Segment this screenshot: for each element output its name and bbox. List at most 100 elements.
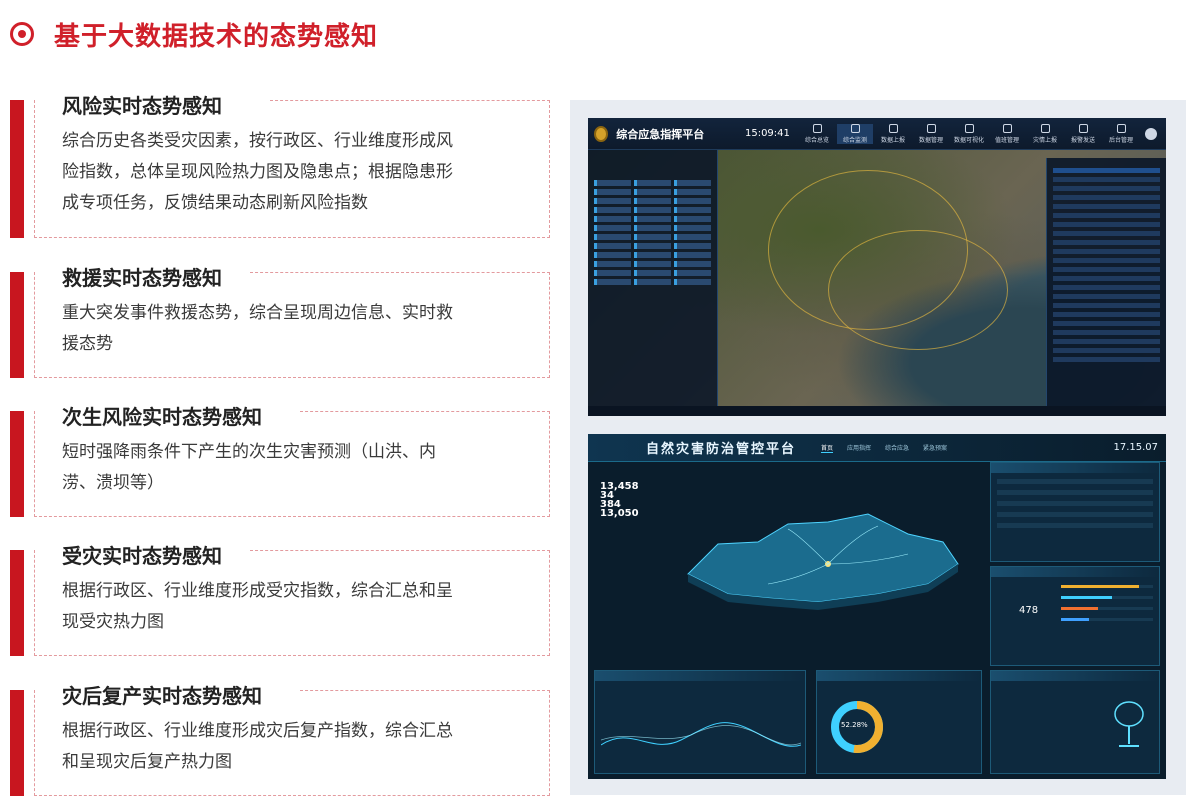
- layer-item[interactable]: [674, 189, 711, 195]
- table-row[interactable]: [1053, 348, 1160, 353]
- nav-icon: [1116, 123, 1126, 133]
- table-row[interactable]: [1053, 303, 1160, 308]
- trend-line: [600, 725, 802, 746]
- card-description: 综合历史各类受灾因素，按行政区、行业维度形成风 险指数，总体呈现风险热力图及隐患…: [62, 126, 532, 219]
- s2-nav-item[interactable]: 应用指挥: [847, 443, 871, 453]
- table-row[interactable]: [1053, 357, 1160, 362]
- progress-fill: [1061, 618, 1089, 621]
- table-row[interactable]: [1053, 330, 1160, 335]
- s2-nav-item[interactable]: 首页: [821, 443, 834, 453]
- layer-item[interactable]: [674, 198, 711, 204]
- nav-icon: [964, 123, 974, 133]
- layer-item[interactable]: [674, 216, 711, 222]
- card-secondary-risk: 次生风险实时态势感知 短时强降雨条件下产生的次生灾害预测（山洪、内 涝、溃坝等）: [10, 401, 550, 519]
- user-menu[interactable]: [1145, 127, 1160, 140]
- layer-item[interactable]: [594, 270, 631, 276]
- s2-nav-item[interactable]: 紧急预案: [923, 443, 947, 453]
- table-row[interactable]: [1053, 285, 1160, 290]
- table-row[interactable]: [1053, 312, 1160, 317]
- card-desc-line: 重大突发事件救援态势，综合呈现周边信息、实时救: [62, 303, 453, 323]
- s2-nav-item[interactable]: 综合应急: [885, 443, 909, 453]
- card-desc-line: 根据行政区、行业维度形成灾后复产指数，综合汇总: [62, 721, 453, 741]
- layer-item[interactable]: [634, 207, 671, 213]
- table-row[interactable]: [1053, 276, 1160, 281]
- layer-item[interactable]: [634, 216, 671, 222]
- layer-item[interactable]: [594, 198, 631, 204]
- s1-nav-item[interactable]: 灾情上报: [1027, 123, 1063, 144]
- progress-fill: [1061, 607, 1098, 610]
- table-row[interactable]: [1053, 177, 1160, 182]
- table-row[interactable]: [1053, 240, 1160, 245]
- table-row[interactable]: [1053, 294, 1160, 299]
- layer-item[interactable]: [634, 225, 671, 231]
- table-row[interactable]: [1053, 321, 1160, 326]
- alert-row[interactable]: [997, 523, 1153, 528]
- layer-item[interactable]: [594, 261, 631, 267]
- layer-item[interactable]: [634, 252, 671, 258]
- table-row[interactable]: [1053, 249, 1160, 254]
- panel-title-bar: [991, 463, 1159, 473]
- layer-item[interactable]: [634, 279, 671, 285]
- layer-item[interactable]: [634, 243, 671, 249]
- nav-label: 报警发送: [1070, 136, 1095, 144]
- table-row[interactable]: [1053, 204, 1160, 209]
- layer-item[interactable]: [594, 234, 631, 240]
- card-title-line: [270, 100, 550, 101]
- donut-value: 478: [1019, 605, 1039, 616]
- alert-row[interactable]: [997, 512, 1153, 517]
- card-description: 根据行政区、行业维度形成灾后复产指数，综合汇总 和呈现灾后复产热力图: [62, 716, 532, 778]
- layer-item[interactable]: [634, 198, 671, 204]
- nav-icon: [850, 123, 860, 133]
- table-row[interactable]: [1053, 267, 1160, 272]
- layer-item[interactable]: [594, 279, 631, 285]
- table-row[interactable]: [1053, 213, 1160, 218]
- layer-item[interactable]: [594, 252, 631, 258]
- s1-nav-item[interactable]: 综合监测: [837, 123, 873, 144]
- layer-item[interactable]: [674, 207, 711, 213]
- layer-item[interactable]: [634, 180, 671, 186]
- s2-title: 自然灾害防治管控平台: [646, 442, 797, 457]
- nav-label: 综合监测: [842, 136, 867, 144]
- layer-item[interactable]: [674, 243, 711, 249]
- type-stats-panel: 52.28%: [816, 670, 982, 774]
- layer-item[interactable]: [594, 180, 631, 186]
- alert-row[interactable]: [997, 490, 1153, 495]
- layer-item[interactable]: [674, 261, 711, 267]
- layer-item[interactable]: [594, 207, 631, 213]
- layer-item[interactable]: [594, 216, 631, 222]
- alert-row[interactable]: [997, 479, 1153, 484]
- s2-stats: 13,458 34 384 13,050: [600, 482, 639, 519]
- panel-title-bar: [991, 671, 1159, 681]
- layer-item[interactable]: [634, 261, 671, 267]
- table-row[interactable]: [1053, 258, 1160, 263]
- satellite-dish-icon: [1114, 701, 1144, 747]
- layer-item[interactable]: [674, 225, 711, 231]
- table-row[interactable]: [1053, 195, 1160, 200]
- layer-item[interactable]: [634, 270, 671, 276]
- layer-item[interactable]: [634, 189, 671, 195]
- emblem-icon: [594, 125, 609, 142]
- layer-item[interactable]: [634, 234, 671, 240]
- layer-item[interactable]: [674, 270, 711, 276]
- table-row[interactable]: [1053, 222, 1160, 227]
- s1-nav-item[interactable]: 数据管理: [913, 123, 949, 144]
- card-risk: 风险实时态势感知 综合历史各类受灾因素，按行政区、行业维度形成风 险指数，总体呈…: [10, 90, 550, 240]
- alert-row[interactable]: [997, 501, 1153, 506]
- layer-item[interactable]: [594, 243, 631, 249]
- layer-item[interactable]: [674, 180, 711, 186]
- s1-nav-item[interactable]: 数据可视化: [951, 123, 987, 144]
- s1-nav-item[interactable]: 值班管理: [989, 123, 1025, 144]
- layer-item[interactable]: [594, 225, 631, 231]
- table-row[interactable]: [1053, 339, 1160, 344]
- table-row[interactable]: [1053, 186, 1160, 191]
- page-title: 基于大数据技术的态势感知: [54, 21, 379, 52]
- layer-item[interactable]: [674, 252, 711, 258]
- table-row[interactable]: [1053, 231, 1160, 236]
- s1-nav-item[interactable]: 报警发送: [1065, 123, 1101, 144]
- layer-item[interactable]: [674, 234, 711, 240]
- layer-item[interactable]: [674, 279, 711, 285]
- s1-nav-item[interactable]: 综合总览: [799, 123, 835, 144]
- layer-item[interactable]: [594, 189, 631, 195]
- s1-nav-item[interactable]: 数据上报: [875, 123, 911, 144]
- s1-nav-item[interactable]: 后台管理: [1103, 123, 1139, 144]
